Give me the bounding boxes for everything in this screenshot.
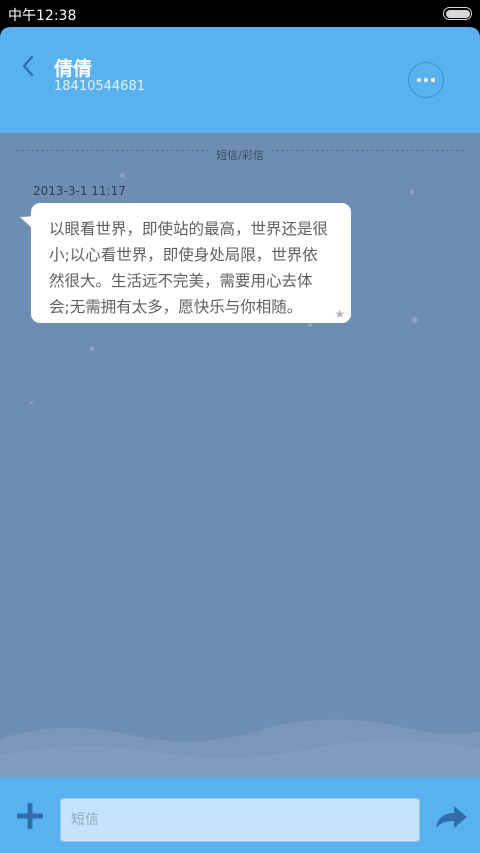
background-sparkle: [120, 173, 125, 178]
back-button[interactable]: [16, 51, 42, 81]
more-dots-icon: [431, 78, 435, 82]
star-icon[interactable]: ★: [334, 307, 345, 321]
more-dots-icon: [417, 78, 421, 82]
message-input[interactable]: [60, 798, 420, 842]
status-time: 中午12:38: [8, 8, 77, 24]
contact-phone: 18410544681: [54, 79, 145, 94]
conversation-header: 倩倩 18410544681: [0, 27, 480, 133]
message-type-label: 短信/彩信: [0, 144, 480, 163]
composer-bar: [0, 777, 480, 853]
status-bar: 中午12:38: [0, 0, 480, 27]
background-sparkle: [90, 347, 94, 351]
add-attachment-button[interactable]: [15, 801, 45, 831]
chevron-left-icon: [22, 55, 34, 77]
received-message-bubble[interactable]: 以眼看世界，即使站的最高，世界还是很小;以心看世界，即使身处局限，世界依然很大。…: [31, 203, 351, 323]
cloud-decoration: [0, 719, 480, 777]
more-dots-icon: [424, 78, 428, 82]
sms-conversation-screen: 中午12:38 倩倩 18410544681 短信/彩信 2013-3-1 11: [0, 0, 480, 853]
contact-name: 倩倩: [54, 58, 93, 80]
background-sparkle: [308, 323, 312, 327]
send-arrow-icon: [436, 806, 467, 828]
background-sparkle: [410, 190, 414, 194]
battery-fill: [445, 9, 470, 18]
more-options-button[interactable]: [408, 62, 444, 98]
message-timestamp: 2013-3-1 11:17: [33, 184, 126, 198]
background-sparkle: [412, 317, 418, 323]
background-sparkle: [30, 401, 33, 404]
plus-icon: [17, 803, 43, 829]
message-list[interactable]: 短信/彩信 2013-3-1 11:17 以眼看世界，即使站的最高，世界还是很小…: [0, 133, 480, 777]
battery-icon: [443, 7, 472, 20]
message-text: 以眼看世界，即使站的最高，世界还是很小;以心看世界，即使身处局限，世界依然很大。…: [49, 220, 329, 316]
message-type-text: 短信/彩信: [210, 149, 270, 162]
send-button[interactable]: [434, 804, 468, 832]
